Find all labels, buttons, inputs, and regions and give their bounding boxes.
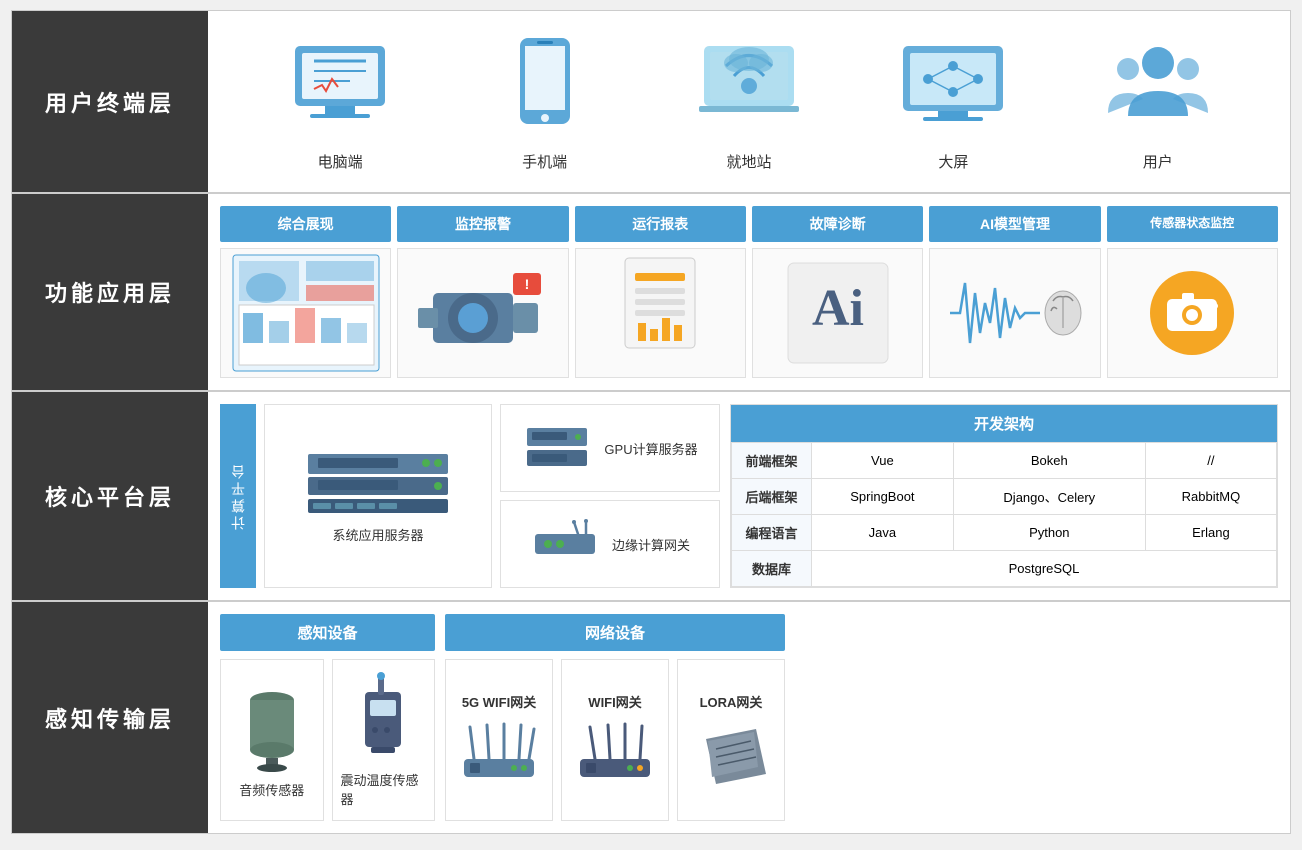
core-content: 计算平台: [208, 392, 1290, 600]
wifi-label: WIFI网关: [588, 692, 641, 711]
local-label: 就地站: [726, 151, 771, 172]
gpu-server-item: GPU计算服务器: [500, 404, 720, 492]
fw-row-db: 数据库 PostgreSQL: [732, 551, 1277, 587]
main-container: 用户终端层 电脑端: [11, 10, 1291, 834]
compute-platform: 计算平台: [220, 404, 720, 588]
core-row: 核心平台层 计算平台: [12, 392, 1290, 602]
gpu-server-label: GPU计算服务器: [604, 439, 697, 458]
fw-val-rabbitmq: RabbitMQ: [1145, 479, 1276, 515]
fw-val-django: Django、Celery: [953, 479, 1145, 515]
terminal-label: 用户终端层: [12, 11, 208, 192]
fw-category-lang: 编程语言: [732, 515, 812, 551]
core-label: 核心平台层: [12, 392, 208, 600]
fw-val-springboot: SpringBoot: [812, 479, 954, 515]
fw-category-frontend: 前端框架: [732, 443, 812, 479]
func-img-overview: [220, 248, 391, 378]
pc-icon: [285, 31, 395, 141]
5g-wifi-label: 5G WIFI网关: [462, 692, 536, 711]
terminal-item-pc: 电脑端: [285, 31, 395, 172]
func-img-sensor-monitor: [1107, 248, 1278, 378]
func-img-fault: Ai: [752, 248, 923, 378]
local-icon: [694, 31, 804, 141]
terminal-item-bigscreen: 大屏: [898, 31, 1008, 172]
func-header-report: 运行报表: [575, 206, 746, 242]
edge-gateway-label: 边缘计算网关: [612, 535, 690, 554]
lora-item: LORA网关: [677, 659, 785, 821]
fw-val-python: Python: [953, 515, 1145, 551]
func-img-report: [575, 248, 746, 378]
edge-gateway-item: 边缘计算网关: [500, 500, 720, 588]
system-server-item: 系统应用服务器: [264, 404, 492, 588]
mobile-label: 手机端: [522, 151, 567, 172]
fw-val-erlang: Erlang: [1145, 515, 1276, 551]
network-header: 网络设备: [445, 614, 785, 651]
func-img-monitor: !: [397, 248, 568, 378]
pc-label: 电脑端: [318, 151, 363, 172]
fw-val-frontend3: //: [1145, 443, 1276, 479]
fw-category-db: 数据库: [732, 551, 812, 587]
fw-val-bokeh: Bokeh: [953, 443, 1145, 479]
terminal-item-mobile: 手机端: [490, 31, 600, 172]
svg-text:Ai: Ai: [812, 280, 864, 337]
fw-row-backend: 后端框架 SpringBoot Django、Celery RabbitMQ: [732, 479, 1277, 515]
server-items: 系统应用服务器: [264, 404, 492, 588]
compute-platform-label: 计算平台: [220, 404, 256, 588]
functional-row: 功能应用层 综合展现 监控报警 运行报表 故障诊断 AI模型管理 传感器状态监控: [12, 194, 1290, 392]
terminal-row: 用户终端层 电脑端: [12, 11, 1290, 194]
mobile-icon: [490, 31, 600, 141]
terminal-content: 电脑端 手机端: [208, 11, 1290, 192]
sensor-items: 音频传感器: [220, 659, 435, 821]
terminal-item-local: 就地站: [694, 31, 804, 172]
perception-section: 感知设备: [220, 614, 435, 821]
audio-sensor-item: 音频传感器: [220, 659, 324, 821]
dev-framework: 开发架构 前端框架 Vue Bokeh // 后端框架 SpringBoot D…: [730, 404, 1278, 588]
5g-wifi-item: 5G WIFI网关: [445, 659, 553, 821]
func-header-ai: AI模型管理: [929, 206, 1100, 242]
user-label: 用户: [1143, 151, 1173, 172]
functional-content: 综合展现 监控报警 运行报表 故障诊断 AI模型管理 传感器状态监控: [208, 194, 1290, 390]
func-img-row: !: [220, 248, 1278, 378]
dev-framework-title: 开发架构: [731, 405, 1277, 442]
vibration-sensor-label: 震动温度传感器: [341, 770, 427, 808]
network-section: 网络设备 5G WIFI网关: [445, 614, 785, 821]
network-items: 5G WIFI网关: [445, 659, 785, 821]
terminal-item-user: 用户: [1103, 31, 1213, 172]
sensor-row: 感知传输层 感知设备: [12, 602, 1290, 833]
bigscreen-icon: [898, 31, 1008, 141]
fw-val-vue: Vue: [812, 443, 954, 479]
fw-val-postgresql: PostgreSQL: [812, 551, 1277, 587]
audio-sensor-label: 音频传感器: [239, 780, 304, 799]
func-header-sensor-monitor: 传感器状态监控: [1107, 206, 1278, 242]
bigscreen-label: 大屏: [938, 151, 968, 172]
dev-framework-table: 前端框架 Vue Bokeh // 后端框架 SpringBoot Django…: [731, 442, 1277, 587]
system-server-label: 系统应用服务器: [332, 525, 423, 544]
sensor-content: 感知设备: [208, 602, 1290, 833]
side-servers: GPU计算服务器: [500, 404, 720, 588]
lora-label: LORA网关: [700, 692, 763, 711]
fw-row-frontend: 前端框架 Vue Bokeh //: [732, 443, 1277, 479]
func-img-ai-model: [929, 248, 1100, 378]
sensor-label: 感知传输层: [12, 602, 208, 833]
func-header-row: 综合展现 监控报警 运行报表 故障诊断 AI模型管理 传感器状态监控: [220, 206, 1278, 242]
user-icon: [1103, 31, 1213, 141]
fw-category-backend: 后端框架: [732, 479, 812, 515]
vibration-sensor-item: 震动温度传感器: [332, 659, 436, 821]
perception-header: 感知设备: [220, 614, 435, 651]
func-header-overview: 综合展现: [220, 206, 391, 242]
fw-row-lang: 编程语言 Java Python Erlang: [732, 515, 1277, 551]
func-header-fault: 故障诊断: [752, 206, 923, 242]
func-header-monitor: 监控报警: [397, 206, 568, 242]
svg-text:!: !: [525, 276, 530, 292]
fw-val-java: Java: [812, 515, 954, 551]
functional-label: 功能应用层: [12, 194, 208, 390]
wifi-item: WIFI网关: [561, 659, 669, 821]
